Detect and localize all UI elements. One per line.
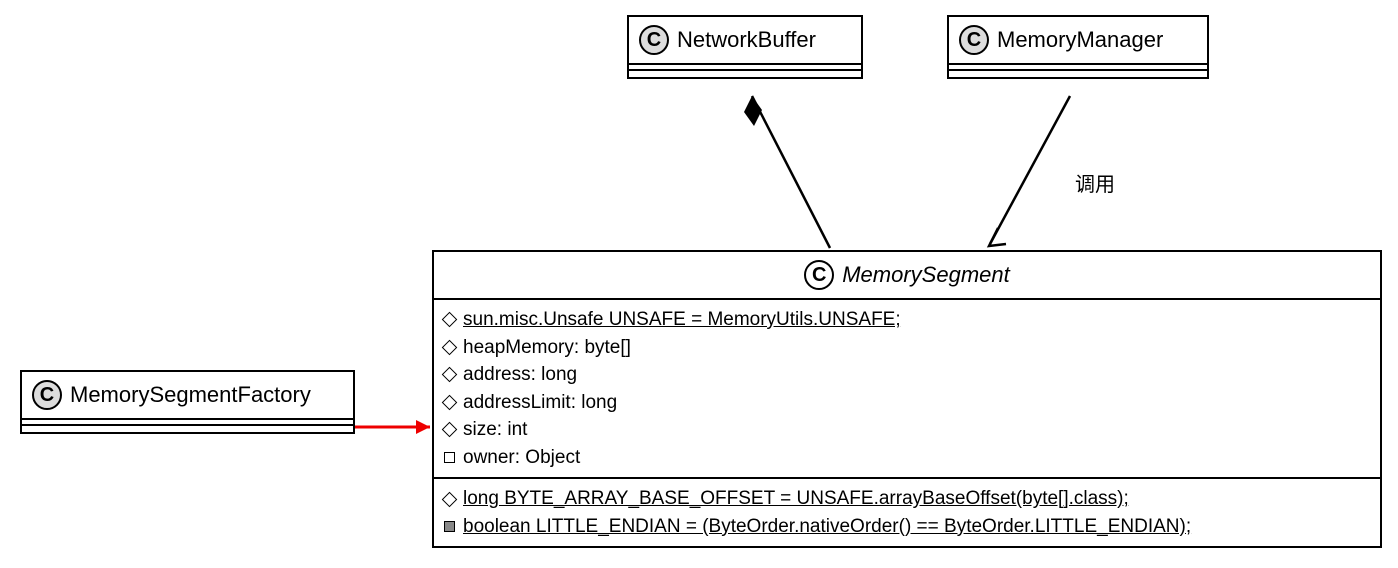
class-name-label: NetworkBuffer: [677, 27, 816, 53]
class-attributes-section: sun.misc.Unsafe UNSAFE = MemoryUtils.UNS…: [434, 300, 1380, 477]
class-empty-section: [629, 71, 861, 77]
class-header: C NetworkBuffer: [629, 17, 861, 65]
edge-memorymanager-memorysegment: [990, 96, 1070, 244]
attribute-text: heapMemory: byte[]: [463, 334, 631, 362]
class-name-label: MemoryManager: [997, 27, 1163, 53]
relationship-label: 调用: [1075, 168, 1115, 197]
attribute-text: address: long: [463, 361, 577, 389]
attribute-row: size: int: [444, 416, 1370, 444]
class-stereotype-icon: C: [32, 380, 62, 410]
visibility-icon: [442, 312, 458, 328]
arrowhead-red: [416, 420, 430, 434]
attribute-row: heapMemory: byte[]: [444, 334, 1370, 362]
class-statics-section: long BYTE_ARRAY_BASE_OFFSET = UNSAFE.arr…: [434, 477, 1380, 546]
visibility-icon: [442, 422, 458, 438]
attribute-text: size: int: [463, 416, 527, 444]
visibility-icon: [442, 367, 458, 383]
class-stereotype-icon: C: [639, 25, 669, 55]
attribute-row: sun.misc.Unsafe UNSAFE = MemoryUtils.UNS…: [444, 306, 1370, 334]
visibility-icon: [444, 452, 455, 463]
class-stereotype-icon: C: [959, 25, 989, 55]
arrowhead-open: [989, 228, 1006, 246]
attribute-text: boolean LITTLE_ENDIAN = (ByteOrder.nativ…: [463, 513, 1191, 541]
class-header: C MemorySegment: [434, 252, 1380, 300]
class-memorysegmentfactory: C MemorySegmentFactory: [20, 370, 355, 434]
attribute-row: long BYTE_ARRAY_BASE_OFFSET = UNSAFE.arr…: [444, 485, 1370, 513]
attribute-row: boolean LITTLE_ENDIAN = (ByteOrder.nativ…: [444, 513, 1370, 541]
class-header: C MemoryManager: [949, 17, 1207, 65]
attribute-row: address: long: [444, 361, 1370, 389]
attribute-row: addressLimit: long: [444, 389, 1370, 417]
attribute-row: owner: Object: [444, 444, 1370, 472]
attribute-text: sun.misc.Unsafe UNSAFE = MemoryUtils.UNS…: [463, 306, 901, 334]
visibility-icon: [442, 340, 458, 356]
class-stereotype-icon: C: [804, 260, 834, 290]
attribute-text: addressLimit: long: [463, 389, 617, 417]
visibility-icon: [442, 491, 458, 507]
class-name-label: MemorySegment: [842, 262, 1010, 288]
class-name-label: MemorySegmentFactory: [70, 382, 311, 408]
class-memorymanager: C MemoryManager: [947, 15, 1209, 79]
edge-networkbuffer-memorysegment: [752, 96, 830, 248]
class-header: C MemorySegmentFactory: [22, 372, 353, 420]
class-memorysegment: C MemorySegment sun.misc.Unsafe UNSAFE =…: [432, 250, 1382, 548]
attribute-text: long BYTE_ARRAY_BASE_OFFSET = UNSAFE.arr…: [463, 485, 1129, 513]
class-empty-section: [949, 71, 1207, 77]
class-networkbuffer: C NetworkBuffer: [627, 15, 863, 79]
class-empty-section: [22, 426, 353, 432]
attribute-text: owner: Object: [463, 444, 580, 472]
visibility-icon: [442, 395, 458, 411]
composition-diamond: [744, 96, 762, 126]
visibility-icon: [444, 521, 455, 532]
